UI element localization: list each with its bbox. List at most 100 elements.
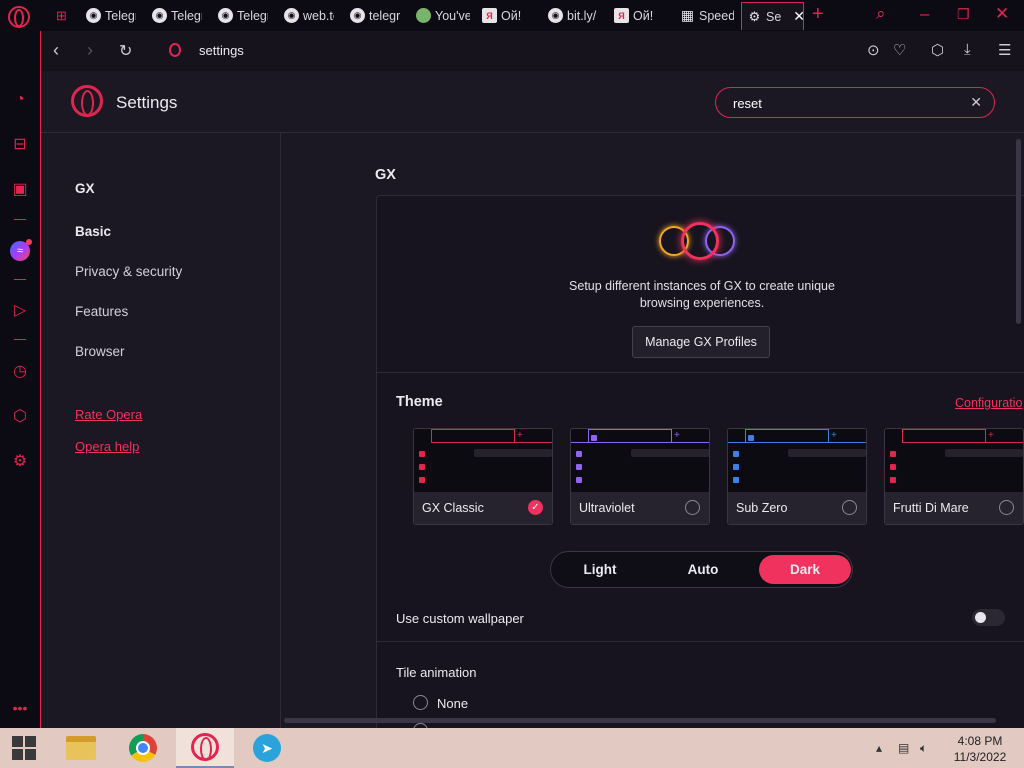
start-button[interactable] <box>0 728 48 768</box>
tab-label: Se <box>766 9 782 24</box>
nav-item-privacy[interactable]: Privacy & security <box>75 264 182 279</box>
easy-setup-icon[interactable]: ☰ <box>998 41 1011 59</box>
twitch-icon[interactable]: ▣ <box>10 180 30 200</box>
rate-opera-link[interactable]: Rate Opera <box>75 407 142 422</box>
network-icon[interactable]: ▤ <box>898 741 909 755</box>
nav-item-basic[interactable]: Basic <box>75 224 111 239</box>
check-icon[interactable]: ✓ <box>528 500 543 515</box>
tab-telegram-3[interactable]: ◉ Telegr <box>216 3 268 28</box>
nav-item-browser[interactable]: Browser <box>75 344 125 359</box>
theme-card-sub-zero[interactable]: + Sub Zero <box>727 428 867 525</box>
tab-yandex-2[interactable]: Я Ой! <box>612 3 664 28</box>
clock[interactable]: 4:08 PM 11/3/2022 <box>940 733 1020 765</box>
horizontal-scrollbar[interactable] <box>284 718 996 723</box>
divider <box>377 372 1024 373</box>
shopping-bag-icon[interactable]: ⊟ <box>10 135 30 155</box>
radio-button[interactable] <box>685 500 700 515</box>
theme-name: Ultraviolet <box>579 501 635 515</box>
tab-label: web.te <box>303 8 334 23</box>
theme-card-ultraviolet[interactable]: + Ultraviolet <box>570 428 710 525</box>
settings-header: Settings ✕ <box>41 71 1024 133</box>
cube-icon[interactable]: ⬡ <box>931 41 944 59</box>
opera-help-link[interactable]: Opera help <box>75 439 139 454</box>
clear-search-icon[interactable]: ✕ <box>970 94 982 111</box>
tab-gx[interactable]: ⊞ <box>52 3 74 28</box>
nav-item-gx[interactable]: GX <box>75 181 95 196</box>
telegram-button[interactable]: ➤ <box>238 728 296 768</box>
theme-name-bar: Ultraviolet <box>571 492 709 524</box>
search-tabs-icon[interactable]: ⌕ <box>876 4 886 24</box>
desc-line-2: browsing experiences. <box>639 296 765 310</box>
more-icon[interactable]: ••• <box>10 698 30 718</box>
globe-icon <box>416 8 431 23</box>
forward-icon[interactable]: › <box>87 40 93 61</box>
yandex-icon: Я <box>614 8 629 23</box>
page-title: Settings <box>116 93 178 112</box>
nav-item-features[interactable]: Features <box>75 304 128 319</box>
file-explorer-button[interactable] <box>52 728 110 768</box>
section-title: GX <box>375 167 396 183</box>
tab-label: Telegr <box>171 8 202 23</box>
tab-label: Telegr <box>105 8 136 23</box>
theme-card-frutti-di-mare[interactable]: + Frutti Di Mare <box>884 428 1024 525</box>
tab-web-telegram[interactable]: ◉ web.te <box>282 3 334 28</box>
tab-youve[interactable]: You've <box>414 3 470 28</box>
reload-icon[interactable]: ↻ <box>119 41 132 61</box>
mode-light-option[interactable]: Light <box>554 555 646 584</box>
minimize-icon[interactable]: – <box>920 4 929 24</box>
tab-yandex-1[interactable]: Я Ой! <box>480 3 532 28</box>
vertical-scrollbar[interactable] <box>1016 139 1021 324</box>
globe-icon: ◉ <box>284 8 299 23</box>
close-window-icon[interactable]: ✕ <box>995 4 1009 24</box>
chrome-icon <box>129 734 157 762</box>
radio-button[interactable] <box>842 500 857 515</box>
opera-gx-button[interactable] <box>176 728 234 768</box>
grid-icon: ▦ <box>680 7 695 23</box>
new-tab-icon[interactable]: + <box>812 3 824 26</box>
manage-gx-profiles-button[interactable]: Manage GX Profiles <box>632 326 770 358</box>
radio-button[interactable] <box>413 695 428 710</box>
tab-telegram-4[interactable]: ◉ telegr <box>348 3 400 28</box>
address-field[interactable]: settings <box>199 43 244 58</box>
search-input[interactable] <box>733 94 953 112</box>
heart-icon[interactable]: ♡ <box>893 41 906 59</box>
back-icon[interactable]: ‹ <box>53 40 59 61</box>
theme-card-gx-classic[interactable]: + GX Classic ✓ <box>413 428 553 525</box>
close-tab-icon[interactable]: ✕ <box>793 8 803 25</box>
settings-search[interactable]: ✕ <box>715 87 995 118</box>
taskbar: ➤ ▴ ▤ 🔈︎ 4:08 PM 11/3/2022 <box>0 728 1024 768</box>
tab-settings[interactable]: ⚙ Se ✕ <box>741 2 804 30</box>
chrome-button[interactable] <box>114 728 172 768</box>
theme-name: Frutti Di Mare <box>893 501 969 515</box>
theme-name: GX Classic <box>422 501 484 515</box>
player-icon[interactable]: ▷ <box>10 301 30 321</box>
tab-telegram-1[interactable]: ◉ Telegr <box>84 3 136 28</box>
history-icon[interactable]: ◷ <box>10 362 30 382</box>
settings-gear-icon[interactable]: ⚙ <box>10 452 30 472</box>
tab-bitly[interactable]: ◉ bit.ly/ <box>546 3 602 28</box>
camera-icon[interactable]: ⊙ <box>867 41 880 59</box>
messenger-icon[interactable]: ≈ <box>10 239 32 261</box>
cube-icon[interactable]: ⬡ <box>10 407 30 427</box>
speedometer-icon[interactable]: ◔ <box>10 90 30 110</box>
configuration-link[interactable]: Configuratio <box>955 396 1022 410</box>
theme-name-bar: Sub Zero <box>728 492 866 524</box>
restore-icon[interactable]: ❐ <box>957 6 970 23</box>
settings-nav: GX Basic Privacy & security Features Bro… <box>41 133 281 728</box>
tab-label: Speed <box>699 8 734 23</box>
opera-menu-icon[interactable] <box>8 6 30 28</box>
folder-icon <box>66 736 96 760</box>
tray-chevron-icon[interactable]: ▴ <box>876 741 882 755</box>
tab-label: Ой! <box>633 8 654 23</box>
sidebar-divider <box>14 279 26 280</box>
tab-label: You've <box>435 8 470 23</box>
tab-telegram-2[interactable]: ◉ Telegr <box>150 3 202 28</box>
theme-name-bar: GX Classic ✓ <box>414 492 552 524</box>
mode-dark-option[interactable]: Dark <box>759 555 851 584</box>
tab-speed-dial[interactable]: ▦ Speed <box>678 3 734 28</box>
radio-button[interactable] <box>999 500 1014 515</box>
download-icon[interactable]: ⤓ <box>964 41 971 58</box>
mode-auto-option[interactable]: Auto <box>657 555 749 584</box>
volume-icon[interactable]: 🔈︎ <box>920 741 927 756</box>
custom-wallpaper-toggle[interactable] <box>972 609 1005 626</box>
